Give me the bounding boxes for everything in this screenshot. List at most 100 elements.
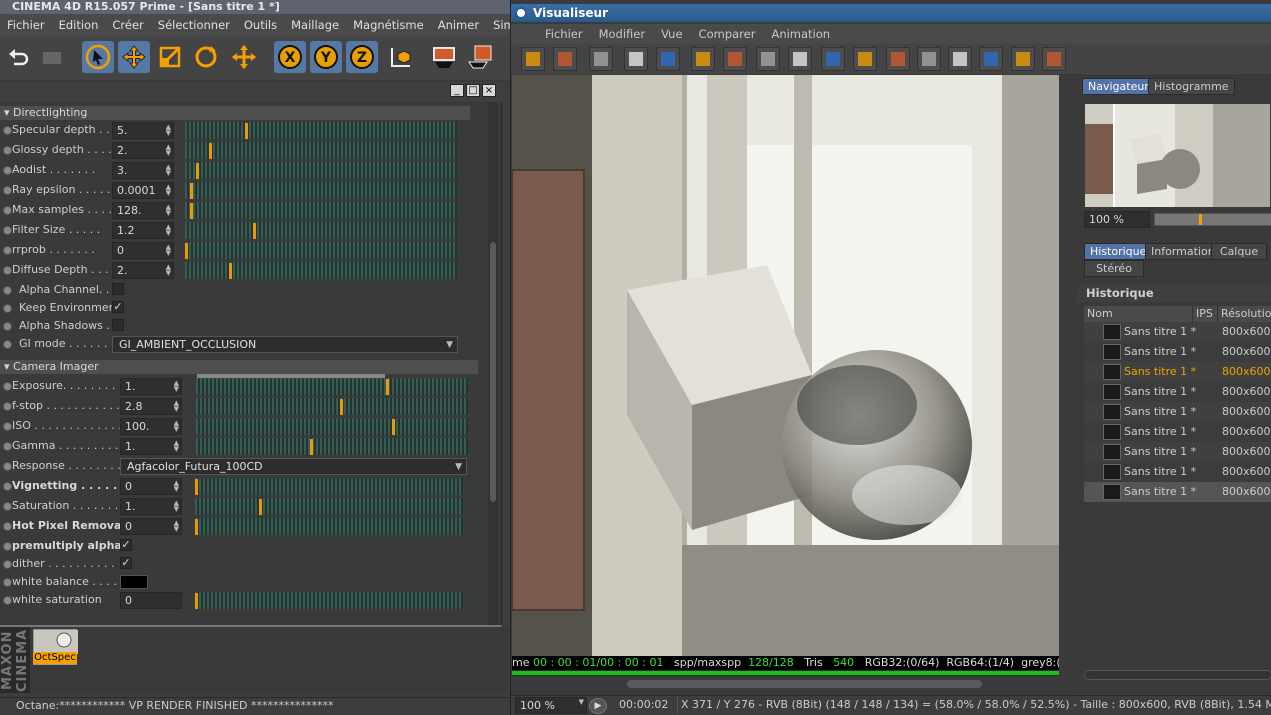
history-thumbnail[interactable]	[1103, 444, 1121, 460]
menu-item[interactable]: Sélectionner	[151, 18, 237, 32]
slider-knob[interactable]	[185, 243, 188, 259]
col-nom[interactable]: Nom	[1084, 306, 1193, 322]
slider-knob[interactable]	[190, 183, 193, 199]
stepper-arrows-icon[interactable]: ▲ ▼	[174, 440, 179, 453]
menu-item[interactable]: Maillage	[284, 18, 346, 32]
history-thumbnail[interactable]	[1103, 364, 1121, 380]
slider-knob[interactable]	[190, 203, 193, 219]
history-thumbnail[interactable]	[1103, 484, 1121, 500]
menu-item[interactable]: Edition	[52, 18, 106, 32]
param-field[interactable]: 2. ▲ ▼	[112, 262, 174, 279]
animation-dot[interactable]	[3, 266, 12, 275]
animation-dot[interactable]	[3, 206, 12, 215]
animation-dot[interactable]	[3, 126, 12, 135]
menu-item[interactable]: Fichier	[0, 18, 52, 32]
stepper-arrows-icon[interactable]: ▲ ▼	[166, 184, 171, 197]
stepper-arrows-icon[interactable]: ▲ ▼	[166, 124, 171, 137]
history-row[interactable]: Sans titre 1 * 800x600	[1084, 442, 1271, 462]
history-hscrollbar[interactable]	[1084, 670, 1271, 680]
checkbox[interactable]: ✓	[112, 301, 124, 313]
history-thumbnail[interactable]	[1103, 404, 1121, 420]
param-field[interactable]: 0 ▲ ▼	[112, 242, 174, 259]
history-thumbnail[interactable]	[1103, 464, 1121, 480]
history-row[interactable]: Sans titre 1 * 800x600	[1084, 322, 1271, 342]
checkbox[interactable]: ✓	[120, 539, 132, 551]
param-field[interactable]: 1. ▲ ▼	[120, 498, 182, 515]
select-cursor-icon[interactable]	[82, 41, 114, 73]
move-icon[interactable]	[118, 41, 150, 73]
stepper-arrows-icon[interactable]: ▲ ▼	[166, 164, 171, 177]
history-row[interactable]: Sans titre 1 * 800x600	[1084, 462, 1271, 482]
history-row[interactable]: Sans titre 1 * 800x600	[1084, 382, 1271, 402]
scale-icon[interactable]	[154, 41, 186, 73]
animation-dot[interactable]	[3, 522, 12, 531]
stepper-arrows-icon[interactable]: ▲ ▼	[166, 224, 171, 237]
history-row[interactable]: Sans titre 1 * 800x600	[1084, 482, 1271, 502]
stepper-arrows-icon[interactable]: ▲ ▼	[166, 244, 171, 257]
slider-knob[interactable]	[340, 399, 343, 415]
undo-icon[interactable]	[2, 41, 34, 73]
stepper-arrows-icon[interactable]: ▲ ▼	[174, 520, 179, 533]
animation-dot[interactable]	[3, 146, 12, 155]
scrollbar-thumb[interactable]	[490, 242, 496, 502]
slider-knob[interactable]	[196, 163, 199, 179]
viewer-menu-item[interactable]: Vue	[653, 27, 690, 41]
param-slider[interactable]	[185, 242, 457, 259]
viewer-menu-item[interactable]: Comparer	[691, 27, 764, 41]
info-icon[interactable]	[589, 47, 613, 71]
checkbox[interactable]	[112, 283, 124, 295]
history-thumbnail[interactable]	[1103, 344, 1121, 360]
render-hscrollbar[interactable]	[512, 676, 1059, 692]
split-icon[interactable]	[1042, 47, 1066, 71]
tab-calque[interactable]: Calque	[1211, 243, 1267, 260]
animation-dot[interactable]	[3, 462, 12, 471]
tab-historique[interactable]: Historique	[1084, 243, 1153, 260]
tab-navigateur[interactable]: Navigateur	[1082, 78, 1155, 95]
stepper-arrows-icon[interactable]: ▲ ▼	[174, 400, 179, 413]
animation-dot[interactable]	[3, 560, 12, 569]
param-slider[interactable]	[185, 262, 457, 279]
animation-dot[interactable]	[3, 322, 12, 331]
stepper-arrows-icon[interactable]: ▲ ▼	[166, 204, 171, 217]
param-slider[interactable]	[195, 518, 463, 535]
history-thumbnail[interactable]	[1103, 324, 1121, 340]
animation-dot[interactable]	[3, 186, 12, 195]
param-slider[interactable]	[196, 378, 468, 395]
animation-dot[interactable]	[3, 422, 12, 431]
param-field[interactable]: 0 ▲ ▼	[120, 478, 182, 495]
slider-knob[interactable]	[209, 143, 212, 159]
stepper-arrows-icon[interactable]: ▲ ▼	[166, 144, 171, 157]
copy-icon[interactable]	[691, 47, 715, 71]
channel-icon[interactable]	[656, 47, 680, 71]
col-ips[interactable]: IPS	[1193, 306, 1218, 322]
z-axis-icon[interactable]: Z	[346, 41, 378, 73]
param-slider[interactable]	[185, 142, 457, 159]
render-view-icon[interactable]	[428, 41, 460, 73]
param-field[interactable]: 1. ▲ ▼	[120, 378, 182, 395]
param-slider[interactable]	[196, 398, 468, 415]
set-a-icon[interactable]	[979, 47, 1003, 71]
ab-compare-icon[interactable]	[886, 47, 910, 71]
param-field[interactable]: 0 ▲ ▼	[120, 518, 182, 535]
zoom-select[interactable]: 100 % ▼	[515, 697, 587, 714]
animation-dot[interactable]	[3, 402, 12, 411]
param-field[interactable]: 2. ▲ ▼	[112, 142, 174, 159]
slider-knob[interactable]	[386, 379, 389, 395]
param-field[interactable]: 1.2 ▲ ▼	[112, 222, 174, 239]
slider-knob[interactable]	[392, 419, 395, 435]
menu-item[interactable]: Animer	[431, 18, 486, 32]
render-image[interactable]	[512, 75, 1059, 657]
slider-knob[interactable]	[195, 593, 198, 609]
history-row[interactable]: Sans titre 1 * 800x600	[1084, 362, 1271, 382]
slider-knob[interactable]	[310, 439, 313, 455]
animation-dot[interactable]	[3, 596, 12, 605]
stereo-icon[interactable]	[853, 47, 877, 71]
history-row[interactable]: Sans titre 1 * 800x600	[1084, 402, 1271, 422]
menu-item[interactable]: Outils	[237, 18, 284, 32]
set-b-icon[interactable]	[1011, 47, 1035, 71]
viewer-menu-item[interactable]: Modifier	[591, 27, 654, 41]
animation-dot[interactable]	[3, 502, 12, 511]
minimize-button[interactable]: _	[450, 84, 464, 97]
ab-swap-icon[interactable]	[917, 47, 941, 71]
animation-dot[interactable]	[3, 442, 12, 451]
